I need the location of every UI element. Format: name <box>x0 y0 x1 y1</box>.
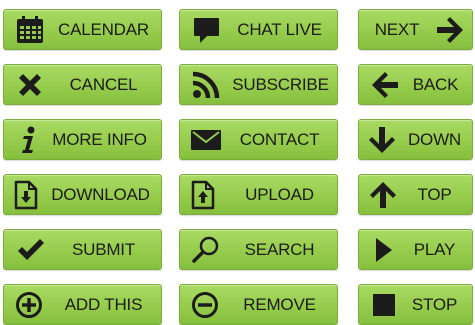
calendar-button[interactable]: CALENDAR <box>3 9 162 50</box>
submit-label: SUBMIT <box>71 239 136 259</box>
x-icon <box>19 73 41 96</box>
add-this-label: ADD THIS <box>64 294 143 314</box>
upload-file-icon <box>191 180 215 209</box>
top-label: TOP <box>417 184 452 204</box>
next-button[interactable]: NEXT <box>358 9 473 50</box>
arrow-down-icon <box>369 126 395 153</box>
info-i-icon <box>22 126 35 153</box>
upload-button[interactable]: UPLOAD <box>179 174 338 215</box>
add-this-button[interactable]: ADD THIS <box>3 284 162 325</box>
calendar-icon <box>17 15 43 43</box>
download-file-icon <box>14 180 38 209</box>
back-label: BACK <box>412 74 459 94</box>
cancel-label: CANCEL <box>69 74 138 94</box>
play-button[interactable]: PLAY <box>358 229 473 270</box>
search-label: SEARCH <box>244 239 315 259</box>
subscribe-button[interactable]: SUBSCRIBE <box>179 64 338 105</box>
chat-bubble-icon <box>194 17 219 43</box>
more-info-label: MORE INFO <box>52 129 147 149</box>
envelope-icon <box>191 129 221 150</box>
rss-icon <box>192 71 220 98</box>
stop-square-icon <box>373 293 395 316</box>
cancel-button[interactable]: CANCEL <box>3 64 162 105</box>
down-label: DOWN <box>407 129 462 149</box>
upload-label: UPLOAD <box>245 184 314 204</box>
chat-live-label: CHAT LIVE <box>237 19 322 39</box>
arrow-left-icon <box>372 71 398 98</box>
plus-circle-icon <box>16 291 42 318</box>
back-button[interactable]: BACK <box>358 64 473 105</box>
download-label: DOWNLOAD <box>51 184 150 204</box>
next-label: NEXT <box>374 19 420 39</box>
minus-circle-icon <box>192 291 218 318</box>
contact-label: CONTACT <box>239 129 320 149</box>
search-button[interactable]: SEARCH <box>179 229 338 270</box>
remove-label: REMOVE <box>243 294 316 314</box>
download-button[interactable]: DOWNLOAD <box>3 174 162 215</box>
top-button[interactable]: TOP <box>358 174 473 215</box>
play-label: PLAY <box>413 239 456 259</box>
calendar-label: CALENDAR <box>58 19 149 39</box>
more-info-button[interactable]: MORE INFO <box>3 119 162 160</box>
contact-button[interactable]: CONTACT <box>179 119 338 160</box>
stop-button[interactable]: STOP <box>358 284 473 325</box>
submit-button[interactable]: SUBMIT <box>3 229 162 270</box>
magnifier-icon <box>192 236 219 263</box>
play-triangle-icon <box>376 237 392 262</box>
stop-label: STOP <box>411 294 458 314</box>
remove-button[interactable]: REMOVE <box>179 284 338 325</box>
arrow-up-icon <box>370 181 396 208</box>
checkmark-icon <box>18 238 44 260</box>
subscribe-label: SUBSCRIBE <box>232 74 329 94</box>
down-button[interactable]: DOWN <box>358 119 473 160</box>
arrow-right-icon <box>437 16 463 43</box>
chat-live-button[interactable]: CHAT LIVE <box>179 9 338 50</box>
